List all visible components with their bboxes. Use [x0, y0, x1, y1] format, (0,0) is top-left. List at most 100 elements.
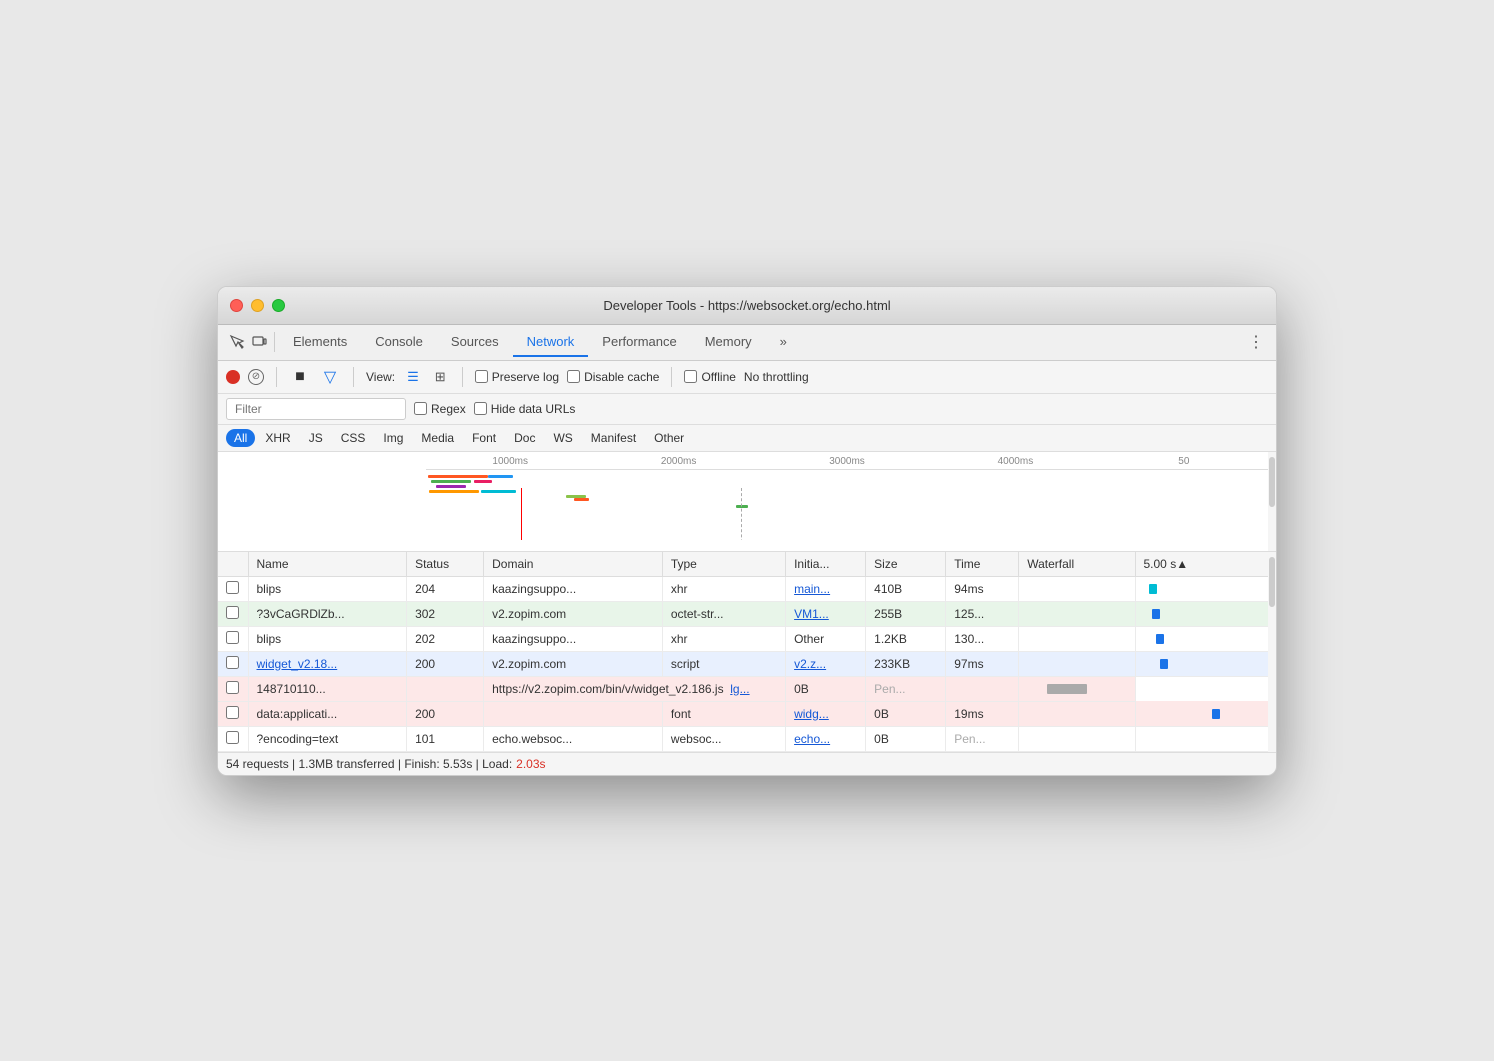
- tab-performance[interactable]: Performance: [588, 328, 690, 357]
- row-initiator[interactable]: widg...: [786, 701, 866, 726]
- row-size: 255B: [866, 601, 946, 626]
- group-view-button[interactable]: ⊞: [431, 367, 450, 387]
- row-checkbox[interactable]: [218, 576, 248, 601]
- type-btn-manifest[interactable]: Manifest: [583, 429, 644, 447]
- table-row-selected[interactable]: widget_v2.18... 200 v2.zopim.com script …: [218, 651, 1276, 676]
- table-row: blips 202 kaazingsuppo... xhr Other 1.2K…: [218, 626, 1276, 651]
- row-waterfall-bar: [1135, 651, 1276, 676]
- timeline-bar: [488, 475, 513, 478]
- row-waterfall: [1019, 726, 1135, 751]
- type-btn-other[interactable]: Other: [646, 429, 692, 447]
- row-name[interactable]: 148710110...: [248, 676, 407, 701]
- table-row: ?encoding=text 101 echo.websoc... websoc…: [218, 726, 1276, 751]
- hide-data-label[interactable]: Hide data URLs: [474, 402, 576, 416]
- close-button[interactable]: [230, 299, 243, 312]
- list-view-button[interactable]: ☰: [403, 367, 423, 387]
- row-name[interactable]: blips: [248, 626, 407, 651]
- row-status: 202: [407, 626, 484, 651]
- type-btn-img[interactable]: Img: [375, 429, 411, 447]
- more-options-button[interactable]: ⋮: [1244, 332, 1268, 352]
- row-initiator[interactable]: v2.z...: [786, 651, 866, 676]
- offline-label[interactable]: Offline: [684, 370, 735, 384]
- table-row: 148710110... https://v2.zopim.com/bin/v/…: [218, 676, 1276, 701]
- sep2: [353, 367, 354, 387]
- type-btn-all[interactable]: All: [226, 429, 255, 447]
- row-status: [407, 676, 484, 701]
- row-waterfall-bar: [1135, 726, 1276, 751]
- row-checkbox[interactable]: [218, 601, 248, 626]
- tooltip-link[interactable]: lg...: [730, 682, 749, 696]
- row-time: Pen...: [866, 676, 946, 701]
- row-name[interactable]: ?3vCaGRDlZb...: [248, 601, 407, 626]
- preserve-log-label[interactable]: Preserve log: [475, 370, 559, 384]
- hide-data-checkbox[interactable]: [474, 402, 487, 415]
- camera-icon[interactable]: ■: [289, 366, 311, 388]
- type-btn-xhr[interactable]: XHR: [257, 429, 298, 447]
- row-checkbox[interactable]: [218, 676, 248, 701]
- row-checkbox[interactable]: [218, 651, 248, 676]
- row-name[interactable]: blips: [248, 576, 407, 601]
- ruler-mark-3: 3000ms: [763, 456, 931, 467]
- row-waterfall-bar: [1019, 676, 1135, 701]
- row-status: 204: [407, 576, 484, 601]
- row-initiator[interactable]: main...: [786, 576, 866, 601]
- red-line: [521, 488, 522, 540]
- tab-elements[interactable]: Elements: [279, 328, 361, 357]
- filter-input[interactable]: [226, 398, 406, 420]
- row-name[interactable]: ?encoding=text: [248, 726, 407, 751]
- type-btn-ws[interactable]: WS: [545, 429, 580, 447]
- th-initiator[interactable]: Initia...: [786, 552, 866, 577]
- ruler-mark-5: 50: [1100, 456, 1268, 467]
- row-status: 302: [407, 601, 484, 626]
- offline-checkbox[interactable]: [684, 370, 697, 383]
- th-name[interactable]: Name: [248, 552, 407, 577]
- row-checkbox[interactable]: [218, 626, 248, 651]
- row-time: Pen...: [946, 726, 1019, 751]
- timeline-bar: [574, 498, 589, 501]
- type-btn-js[interactable]: JS: [301, 429, 331, 447]
- tab-sources[interactable]: Sources: [437, 328, 513, 357]
- inspect-icon[interactable]: [226, 331, 248, 353]
- type-btn-font[interactable]: Font: [464, 429, 504, 447]
- disable-cache-label[interactable]: Disable cache: [567, 370, 659, 384]
- preserve-log-checkbox[interactable]: [475, 370, 488, 383]
- type-btn-media[interactable]: Media: [413, 429, 462, 447]
- row-name[interactable]: widget_v2.18...: [248, 651, 407, 676]
- tab-console[interactable]: Console: [361, 328, 437, 357]
- row-initiator[interactable]: VM1...: [786, 601, 866, 626]
- record-button[interactable]: [226, 370, 240, 384]
- tab-memory[interactable]: Memory: [691, 328, 766, 357]
- tab-more[interactable]: »: [766, 328, 801, 357]
- timeline-bar: [474, 480, 492, 483]
- th-time[interactable]: Time: [946, 552, 1019, 577]
- type-btn-css[interactable]: CSS: [333, 429, 374, 447]
- regex-label[interactable]: Regex: [414, 402, 466, 416]
- clear-button[interactable]: ⊘: [248, 369, 264, 385]
- th-domain[interactable]: Domain: [484, 552, 663, 577]
- maximize-button[interactable]: [272, 299, 285, 312]
- row-initiator[interactable]: echo...: [786, 726, 866, 751]
- row-checkbox[interactable]: [218, 701, 248, 726]
- filter-icon[interactable]: ▽: [319, 366, 341, 388]
- th-size[interactable]: Size: [866, 552, 946, 577]
- regex-checkbox[interactable]: [414, 402, 427, 415]
- row-checkbox[interactable]: [218, 726, 248, 751]
- table-scrollbar-thumb[interactable]: [1269, 557, 1275, 607]
- sep3: [462, 367, 463, 387]
- timeline-area: 1000ms 2000ms 3000ms 4000ms 50: [218, 452, 1276, 552]
- tab-network[interactable]: Network: [513, 328, 589, 357]
- th-waterfall[interactable]: Waterfall: [1019, 552, 1135, 577]
- device-icon[interactable]: [248, 331, 270, 353]
- row-name[interactable]: data:applicati...: [248, 701, 407, 726]
- th-waterfall-time[interactable]: 5.00 s▲: [1135, 552, 1276, 577]
- type-btn-doc[interactable]: Doc: [506, 429, 543, 447]
- separator: [274, 332, 275, 352]
- row-type: websoc...: [662, 726, 785, 751]
- minimize-button[interactable]: [251, 299, 264, 312]
- scrollbar-thumb[interactable]: [1269, 457, 1275, 507]
- th-type[interactable]: Type: [662, 552, 785, 577]
- disable-cache-checkbox[interactable]: [567, 370, 580, 383]
- row-status: 200: [407, 701, 484, 726]
- table-row: data:applicati... 200 font widg... 0B 19…: [218, 701, 1276, 726]
- th-status[interactable]: Status: [407, 552, 484, 577]
